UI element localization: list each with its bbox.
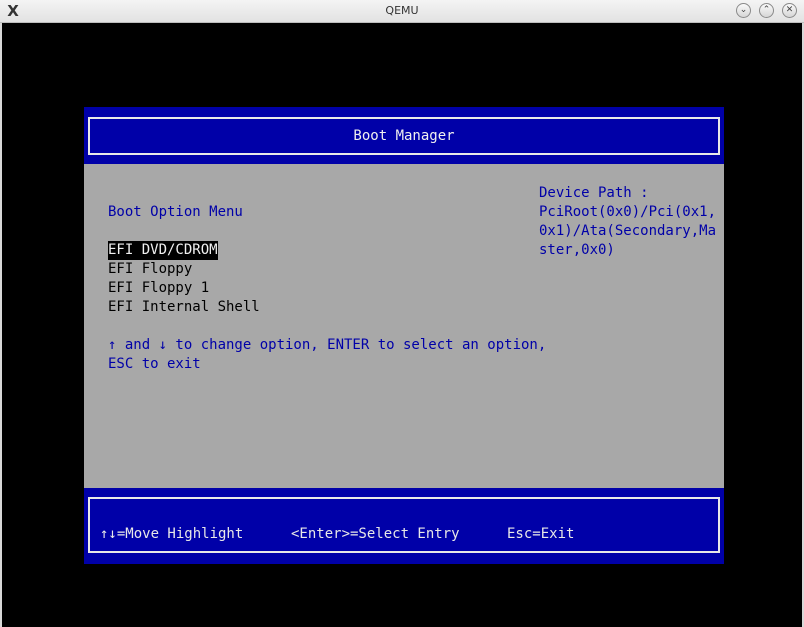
boot-option-item[interactable]: EFI Floppy bbox=[108, 260, 192, 279]
boot-option-item[interactable]: EFI DVD/CDROM bbox=[108, 241, 218, 260]
boot-option-menu-title: Boot Option Menu bbox=[108, 204, 243, 220]
move-highlight-hint: ↑↓=Move Highlight bbox=[100, 526, 244, 542]
minimize-button[interactable]: ⌄ bbox=[736, 3, 751, 18]
boot-option-item[interactable]: EFI Floppy 1 bbox=[108, 279, 209, 298]
vm-screen[interactable]: Boot Manager Boot Option Menu EFI DVD/CD… bbox=[2, 23, 802, 625]
page-title: Boot Manager bbox=[353, 128, 455, 144]
boot-option-panel: Boot Option Menu EFI DVD/CDROM EFI Floppy… bbox=[84, 164, 724, 488]
close-button[interactable]: ✕ bbox=[782, 3, 797, 18]
maximize-button[interactable]: ⌃ bbox=[759, 3, 774, 18]
window-title: QEMU bbox=[385, 4, 419, 17]
help-text-line-1: ↑ and ↓ to change option, ENTER to selec… bbox=[108, 337, 547, 353]
device-path-info: Device Path : PciRoot(0x0)/Pci(0x1,0x1)/… bbox=[539, 184, 719, 260]
help-text-line-2: ESC to exit bbox=[108, 356, 201, 372]
exit-hint: Esc=Exit bbox=[507, 526, 575, 542]
device-path-label: Device Path : bbox=[539, 185, 649, 201]
header-frame: Boot Manager bbox=[88, 117, 720, 155]
boot-option-item[interactable]: EFI Internal Shell bbox=[108, 298, 260, 317]
key-help-footer: ↑↓=Move Highlight <Enter>=Select Entry E… bbox=[84, 488, 724, 564]
boot-manager-header: Boot Manager bbox=[84, 107, 724, 164]
window-titlebar[interactable]: X QEMU ⌄ ⌃ ✕ bbox=[0, 0, 804, 23]
select-entry-hint: <Enter>=Select Entry bbox=[291, 526, 460, 542]
device-path-value: PciRoot(0x0)/Pci(0x1,0x1)/Ata(Secondary,… bbox=[539, 204, 717, 258]
footer-frame bbox=[88, 497, 720, 553]
